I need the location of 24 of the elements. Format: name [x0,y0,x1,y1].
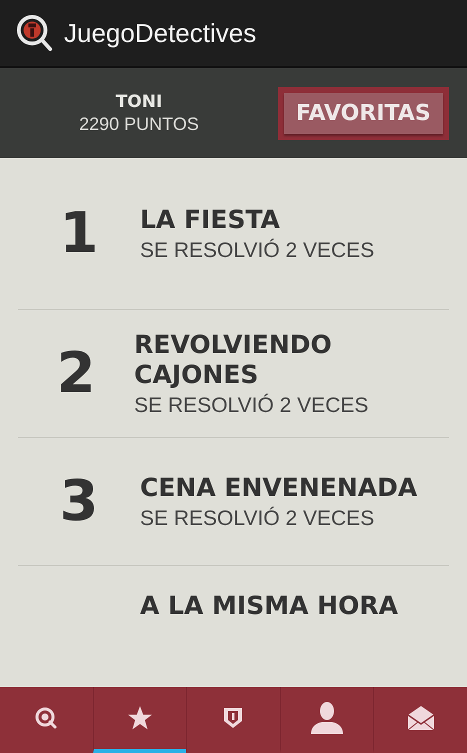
player-name: TONI [116,92,162,112]
case-row[interactable]: 3 CENA ENVENENADA SE RESOLVIÓ 2 VECES [18,438,449,566]
case-status: SE RESOLVIÓ 2 VECES [140,506,376,530]
case-status: SE RESOLVIÓ 2 VECES [140,238,374,262]
case-status: SE RESOLVIÓ 2 VECES [134,394,370,418]
case-row[interactable]: 1 LA FIESTA SE RESOLVIÓ 2 VECES [18,158,449,310]
star-icon [126,705,153,731]
nav-tab[interactable] [92,687,186,753]
case-row[interactable]: A LA MISMA HORA [18,566,449,646]
case-title: LA FIESTA [140,204,281,234]
case-title: A LA MISMA HORA [140,591,398,621]
envelope-icon [406,705,435,731]
magnifier-icon [34,706,58,730]
person-icon [310,702,344,734]
magnifier-logo-icon [16,14,54,52]
case-row[interactable]: 2 REVOLVIENDO CAJONES SE RESOLVIÓ 2 VECES [18,310,449,438]
player-points: 2290 PUNTOS [79,114,199,134]
app-title: JuegoDetectives [64,18,256,48]
case-number: 2 [56,341,96,406]
case-number: 1 [60,201,98,266]
case-number: 3 [60,469,98,534]
favorites-button[interactable]: FAVORITAS [284,92,443,134]
case-title: CENA ENVENENADA [140,472,418,502]
case-title: REVOLVIENDO CAJONES [134,330,333,390]
